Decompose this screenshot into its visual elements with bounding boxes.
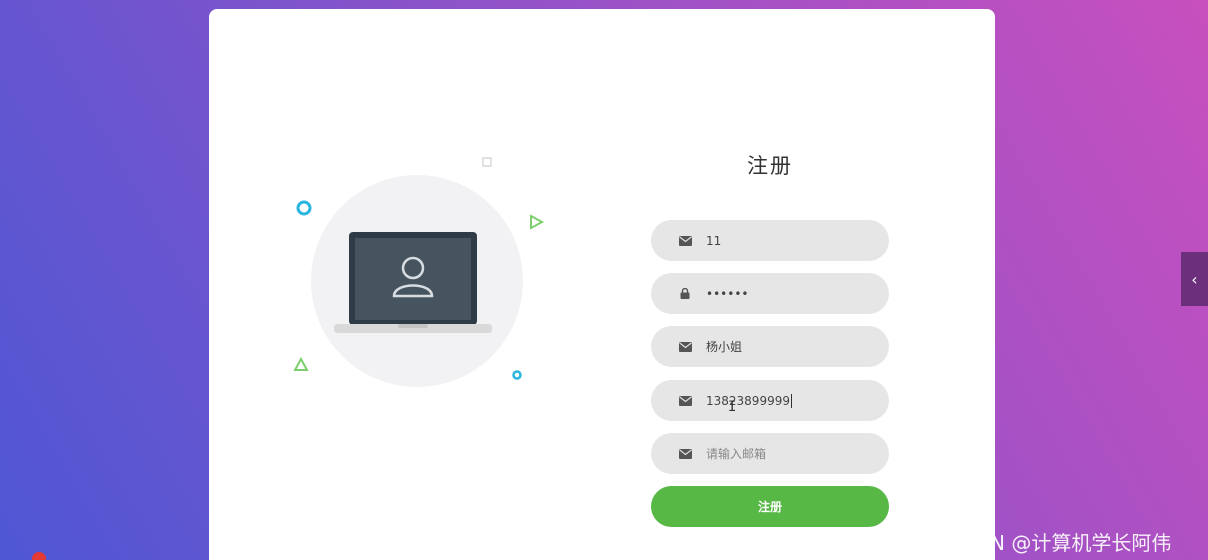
password-field[interactable]: •••••• (651, 273, 889, 314)
phone-field[interactable]: 13823899999 (651, 380, 889, 421)
envelope-icon (678, 340, 692, 354)
password-value[interactable]: •••••• (706, 287, 748, 301)
ibeam-cursor-icon: I (728, 399, 737, 415)
watermark: CSDN @计算机学长阿伟 (948, 531, 1172, 555)
name-value[interactable]: 杨小姐 (706, 338, 742, 355)
side-tab-toggle[interactable]: ‹ (1181, 252, 1208, 306)
blue-dot-icon (512, 370, 522, 380)
laptop-user-illustration (293, 157, 545, 387)
register-button[interactable]: 注册 (651, 486, 889, 527)
chevron-left-icon: ‹ (1191, 269, 1198, 289)
record-indicator-icon (32, 552, 46, 560)
username-value[interactable]: 11 (706, 234, 721, 248)
username-field[interactable]: 11 (651, 220, 889, 261)
blue-ring-icon (296, 200, 312, 216)
envelope-icon (678, 447, 692, 461)
email-field[interactable]: 请输入邮箱 (651, 433, 889, 474)
green-triangle-right-icon (530, 214, 545, 230)
small-square-icon (482, 157, 492, 167)
register-title: 注册 (747, 154, 793, 178)
phone-value[interactable]: 13823899999 (706, 394, 790, 408)
email-placeholder[interactable]: 请输入邮箱 (706, 445, 766, 462)
envelope-icon (678, 234, 692, 248)
envelope-icon (678, 394, 692, 408)
text-caret (790, 393, 792, 408)
green-triangle-up-icon (293, 356, 309, 371)
lock-icon (678, 287, 692, 301)
name-field[interactable]: 杨小姐 (651, 326, 889, 367)
